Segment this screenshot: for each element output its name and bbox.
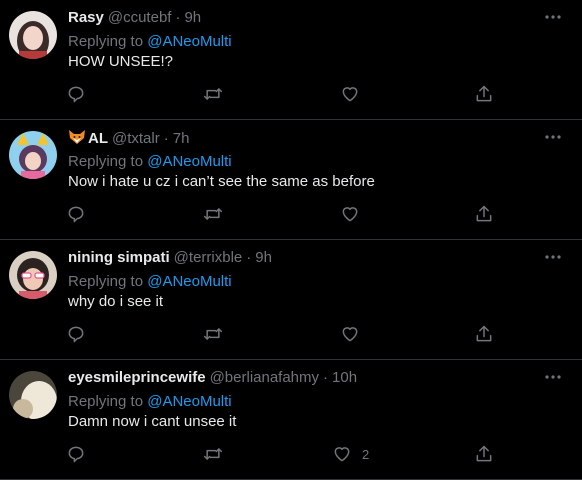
more-options-icon[interactable] (542, 366, 564, 388)
user-handle[interactable]: @txtalr (112, 130, 160, 147)
separator-dot: · (175, 9, 181, 26)
reply-button[interactable] (66, 202, 86, 226)
replying-to: Replying to @ANeoMulti (68, 393, 232, 411)
tweet-header: nining simpati @terrixble · 9h (68, 249, 272, 267)
avatar[interactable] (9, 371, 57, 419)
more-options-icon[interactable] (542, 246, 564, 268)
retweet-button[interactable] (202, 442, 224, 466)
reply-icon (68, 326, 84, 343)
replying-to: Replying to @ANeoMulti (68, 273, 232, 291)
avatar[interactable] (9, 251, 57, 299)
retweet-button[interactable] (202, 82, 224, 106)
replying-to: Replying to @ANeoMulti (68, 33, 232, 51)
more-options-icon[interactable] (542, 6, 564, 28)
like-count: 2 (362, 446, 370, 462)
replying-to-label: Replying to (68, 33, 144, 50)
mention-link[interactable]: @ANeoMulti (147, 33, 231, 50)
tweet-card[interactable]: AL @txtalr · 7h Replying to @ANeoMulti Now … (0, 120, 582, 240)
like-button[interactable] (340, 202, 370, 226)
separator-dot: · (246, 249, 252, 266)
tweet-card[interactable]: Rasy @ccutebf · 9h Replying to @ANeoMulti H… (0, 0, 582, 120)
tweet-actions (66, 202, 506, 226)
avatar[interactable] (9, 11, 57, 59)
replying-to-label: Replying to (68, 273, 144, 290)
user-handle[interactable]: @terrixble (174, 249, 243, 266)
retweet-button[interactable] (202, 202, 224, 226)
share-button[interactable] (474, 442, 494, 466)
share-button[interactable] (474, 322, 494, 346)
share-button[interactable] (474, 82, 494, 106)
mention-link[interactable]: @ANeoMulti (147, 153, 231, 170)
tweet-header: eyesmileprincewife @berlianafahmy · 10h (68, 369, 357, 387)
mention-link[interactable]: @ANeoMulti (147, 393, 231, 410)
timestamp[interactable]: 9h (184, 9, 201, 26)
tweet-text: Now i hate u cz i can’t see the same as … (68, 173, 375, 190)
timestamp[interactable]: 10h (332, 369, 357, 386)
tweet-header: Rasy @ccutebf · 9h (68, 9, 201, 27)
retweet-button[interactable] (202, 322, 224, 346)
separator-dot: · (323, 369, 329, 386)
reply-icon (68, 446, 84, 463)
separator-dot: · (163, 130, 169, 147)
tweet-header: AL @txtalr · 7h (68, 129, 189, 150)
share-icon (476, 85, 492, 102)
tweet-actions: 2 (66, 442, 506, 466)
display-name[interactable]: AL (88, 130, 108, 147)
reply-button[interactable] (66, 442, 86, 466)
heart-icon (342, 327, 358, 342)
timestamp[interactable]: 7h (173, 130, 190, 147)
share-icon (476, 325, 492, 342)
share-button[interactable] (474, 202, 494, 226)
retweet-icon (203, 88, 223, 100)
mention-link[interactable]: @ANeoMulti (147, 273, 231, 290)
tweet-card[interactable]: nining simpati @terrixble · 9h Replying to … (0, 240, 582, 360)
tweet-text: HOW UNSEE!? (68, 53, 174, 70)
retweet-icon (203, 208, 223, 220)
user-handle[interactable]: @berlianafahmy (210, 369, 319, 386)
timestamp[interactable]: 9h (255, 249, 272, 266)
tweet-text: Damn now i cant unsee it (68, 413, 237, 430)
reply-button[interactable] (66, 322, 86, 346)
tweet-actions (66, 322, 506, 346)
display-name[interactable]: nining simpati (68, 249, 170, 266)
user-handle[interactable]: @ccutebf (108, 9, 172, 26)
heart-icon (342, 207, 358, 222)
retweet-icon (203, 328, 223, 340)
replying-to-label: Replying to (68, 393, 144, 410)
replying-to: Replying to @ANeoMulti (68, 153, 232, 171)
tweet-card[interactable]: eyesmileprincewife @berlianafahmy · 10h Rep… (0, 360, 582, 480)
share-icon (476, 205, 492, 222)
tweet-actions (66, 82, 506, 106)
reply-button[interactable] (66, 82, 86, 106)
replying-to-label: Replying to (68, 153, 144, 170)
fox-icon (68, 129, 86, 150)
like-button[interactable] (340, 82, 370, 106)
heart-icon (342, 87, 358, 102)
tweet-text: why do i see it (68, 293, 164, 310)
display-name[interactable]: Rasy (68, 9, 104, 26)
like-button[interactable]: 2 (332, 442, 369, 466)
avatar[interactable] (9, 131, 57, 179)
retweet-icon (203, 448, 223, 460)
display-name[interactable]: eyesmileprincewife (68, 369, 206, 386)
share-icon (476, 445, 492, 462)
more-options-icon[interactable] (542, 126, 564, 148)
reply-icon (68, 206, 84, 223)
like-button[interactable] (340, 322, 370, 346)
heart-icon (334, 447, 350, 462)
reply-icon (68, 86, 84, 103)
